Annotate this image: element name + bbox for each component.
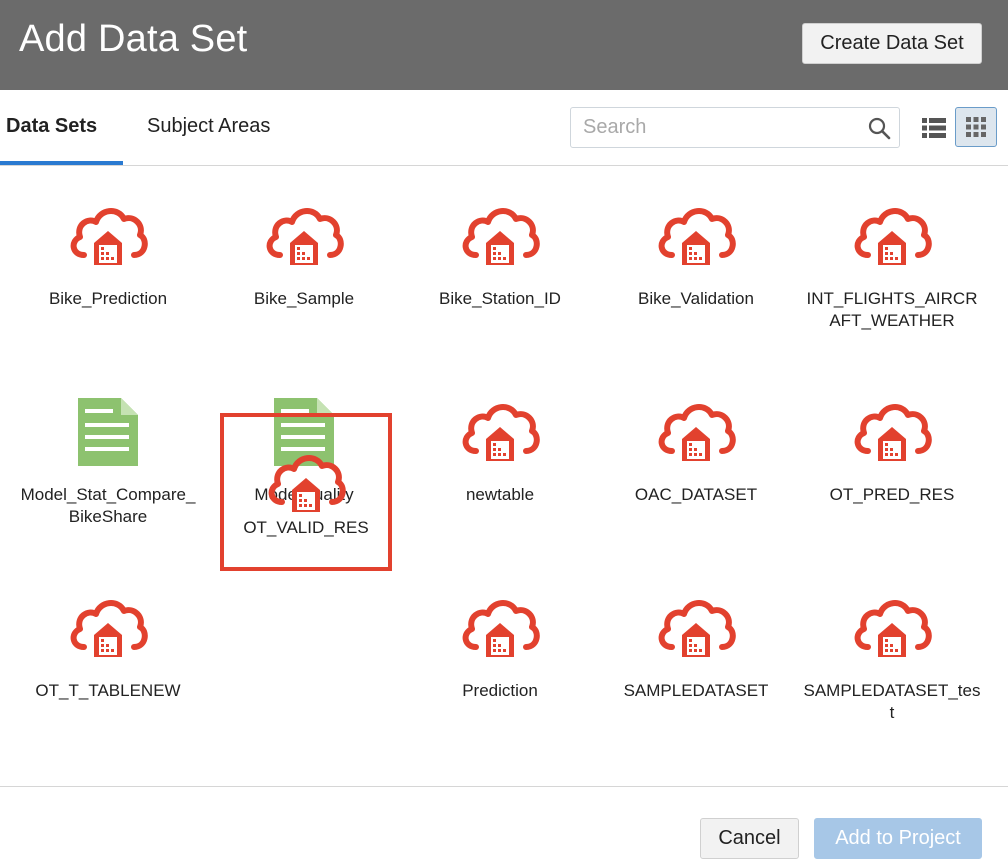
grid-view-toggle[interactable] <box>955 107 997 147</box>
dataset-label: INT_FLIGHTS_AIRCRAFT_WEATHER <box>806 289 978 330</box>
dataset-tile[interactable]: OT_VALID_RES <box>220 413 392 571</box>
dataset-tile[interactable]: newtable <box>402 362 598 558</box>
search-box[interactable] <box>570 107 900 148</box>
cloud-warehouse-icon <box>794 595 990 675</box>
cloud-warehouse-icon <box>10 595 206 675</box>
dataset-label: OT_PRED_RES <box>829 485 955 504</box>
list-view-icon[interactable] <box>920 114 948 142</box>
dataset-label: Bike_Prediction <box>48 289 168 308</box>
dataset-tile[interactable]: Bike_Station_ID <box>402 166 598 362</box>
add-to-project-button[interactable]: Add to Project <box>814 818 982 859</box>
cloud-warehouse-icon <box>794 203 990 283</box>
dataset-tile[interactable]: SAMPLEDATASET <box>598 558 794 754</box>
cloud-warehouse-icon <box>598 399 794 479</box>
tab-subject-areas[interactable]: Subject Areas <box>147 115 270 138</box>
create-data-set-button[interactable]: Create Data Set <box>802 23 982 64</box>
dataset-label: SAMPLEDATASET <box>623 681 769 700</box>
dataset-tile[interactable]: Model_Stat_Compare_BikeShare <box>10 362 206 558</box>
dataset-label: Bike_Sample <box>253 289 355 308</box>
dialog-title: Add Data Set <box>19 18 248 60</box>
grid-view-icon <box>966 117 986 137</box>
dataset-label: Prediction <box>462 681 538 700</box>
dataset-grid: Bike_Prediction Bike_Sample Bike_Station… <box>0 166 1008 786</box>
dataset-tile[interactable]: OT_PRED_RES <box>794 362 990 558</box>
active-tab-indicator <box>0 161 123 165</box>
cloud-warehouse-icon <box>598 595 794 675</box>
dataset-label: SAMPLEDATASET_test <box>803 681 981 722</box>
dataset-tile[interactable]: SAMPLEDATASET_test <box>794 558 990 754</box>
dataset-label: Model_Stat_Compare_BikeShare <box>20 485 196 526</box>
dialog-header: Add Data Set Create Data Set <box>0 0 1008 90</box>
dataset-label: Bike_Validation <box>638 289 754 308</box>
footer-divider <box>0 786 1008 787</box>
search-input[interactable] <box>571 108 851 147</box>
dataset-label: OT_VALID_RES <box>243 518 369 537</box>
dataset-tile[interactable]: Bike_Validation <box>598 166 794 362</box>
cloud-warehouse-icon <box>794 399 990 479</box>
cloud-warehouse-icon <box>402 203 598 283</box>
dataset-label: OAC_DATASET <box>634 485 758 504</box>
cloud-warehouse-icon <box>402 399 598 479</box>
cloud-warehouse-icon <box>206 203 402 283</box>
dataset-tile[interactable]: INT_FLIGHTS_AIRCRAFT_WEATHER <box>794 166 990 362</box>
tab-data-sets[interactable]: Data Sets <box>6 115 97 138</box>
dataset-tile[interactable]: Bike_Sample <box>206 166 402 362</box>
search-icon[interactable] <box>867 116 891 140</box>
cloud-warehouse-icon <box>598 203 794 283</box>
dataset-tile[interactable]: OAC_DATASET <box>598 362 794 558</box>
dataset-tile[interactable]: OT_T_TABLENEW <box>10 558 206 754</box>
cancel-button[interactable]: Cancel <box>700 818 799 859</box>
cloud-warehouse-icon <box>402 595 598 675</box>
dataset-label: newtable <box>465 485 535 504</box>
dataset-label: OT_T_TABLENEW <box>35 681 181 700</box>
dataset-tile[interactable]: Bike_Prediction <box>10 166 206 362</box>
cloud-warehouse-icon <box>10 203 206 283</box>
dataset-label: Bike_Station_ID <box>439 289 561 308</box>
document-icon <box>10 395 206 475</box>
dataset-tile[interactable]: Prediction <box>402 558 598 754</box>
